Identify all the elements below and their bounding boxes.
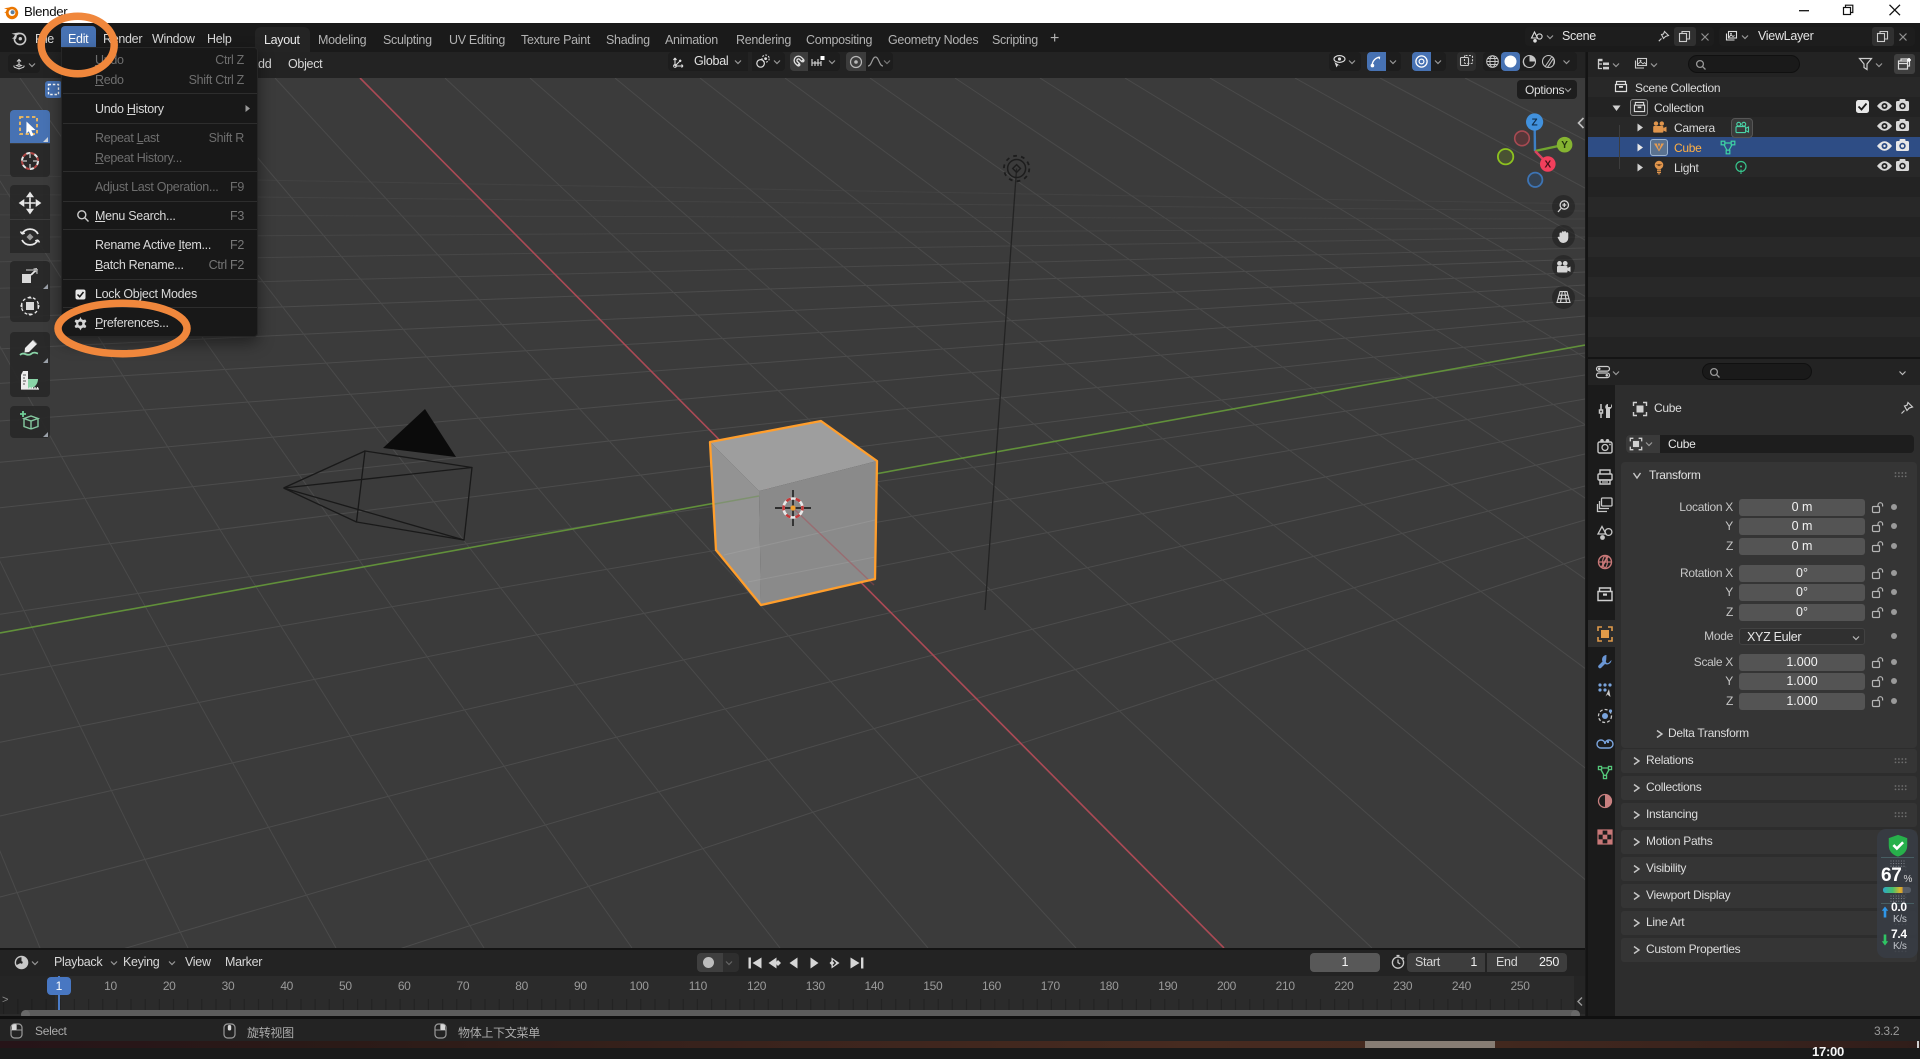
svg-text:Z: Z	[1532, 118, 1538, 129]
svg-text:Y: Y	[1561, 140, 1568, 151]
svg-text:X: X	[1544, 160, 1551, 171]
